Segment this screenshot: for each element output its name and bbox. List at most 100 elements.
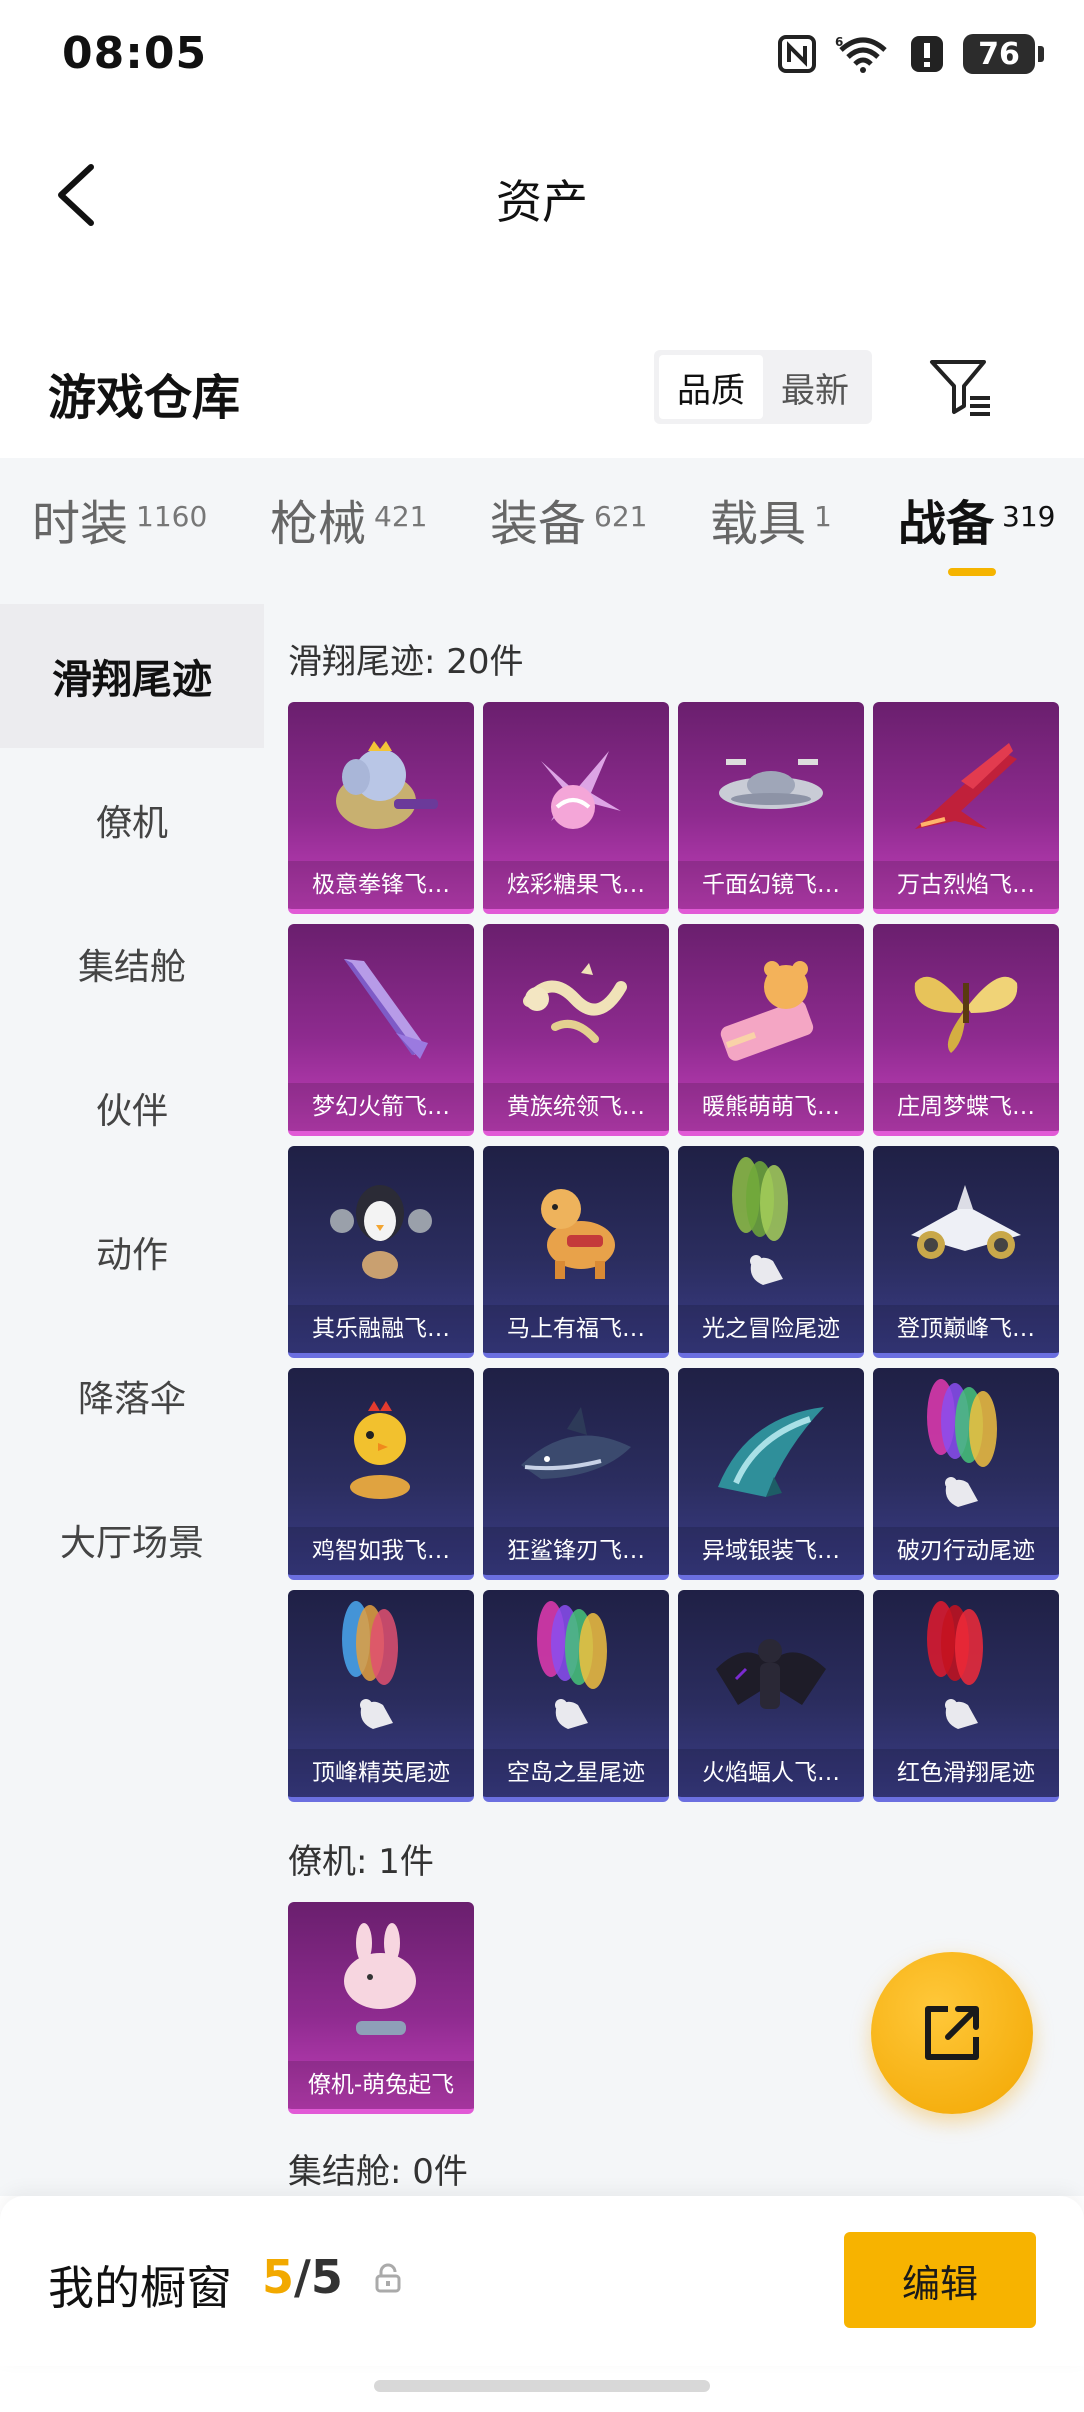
nfc-icon [777, 34, 817, 74]
tab-count: 1160 [136, 500, 208, 533]
tab-count: 421 [374, 500, 428, 533]
bat-suit-glider-icon [678, 1590, 864, 1758]
card-label: 登顶巅峰飞… [897, 1316, 1035, 1342]
sort-toggle: 品质 最新 [654, 350, 872, 424]
svg-text:6: 6 [835, 35, 843, 49]
glide-trail-item-card[interactable]: 万古烈焰飞… [873, 702, 1059, 914]
tab-fashion[interactable]: 时装 1160 [32, 498, 207, 551]
penguin-glider-icon [288, 1146, 474, 1314]
tab-equipment[interactable]: 装备 621 [490, 498, 647, 551]
share-icon [925, 2006, 979, 2060]
sidebar-item-glide-trail[interactable]: 滑翔尾迹 [0, 604, 264, 748]
wifi-6-icon: 6 [835, 34, 891, 74]
filter-icon [930, 360, 990, 416]
horse-glider-icon [483, 1146, 669, 1314]
sort-latest-button[interactable]: 最新 [763, 355, 867, 419]
tab-guns[interactable]: 枪械 421 [270, 498, 427, 551]
status-time: 08:05 [62, 28, 208, 79]
glide-trail-item-card[interactable]: 破刃行动尾迹 [873, 1368, 1059, 1580]
section-heading-wingman: 僚机: 1件 [288, 1842, 434, 1882]
butterfly-glider-icon [873, 924, 1059, 1092]
glide-trail-item-card[interactable]: 异域银装飞… [678, 1368, 864, 1580]
glide-trail-item-card[interactable]: 光之冒险尾迹 [678, 1146, 864, 1358]
rocket-wing-icon [288, 924, 474, 1092]
filter-button[interactable] [926, 352, 996, 422]
sidebar-item-capsule[interactable]: 集结舱 [0, 892, 264, 1036]
sidebar-item-emote[interactable]: 动作 [0, 1180, 264, 1324]
sidebar-item-wingman[interactable]: 僚机 [0, 748, 264, 892]
warehouse-title: 游戏仓库 [48, 370, 241, 426]
sort-quality-button[interactable]: 品质 [659, 355, 763, 419]
card-label: 空岛之星尾迹 [507, 1760, 645, 1786]
tab-vehicles[interactable]: 载具 1 [710, 498, 832, 551]
bunny-wingman-icon [288, 1902, 474, 2070]
colorful-smoke-trail-icon [288, 1590, 474, 1758]
glide-trail-item-card[interactable]: 其乐融融飞… [288, 1146, 474, 1358]
showcase-current: 5 [262, 2250, 295, 2304]
glide-trail-item-card[interactable]: 暖熊萌萌飞… [678, 924, 864, 1136]
red-smoke-trail-icon [873, 1590, 1059, 1758]
rainbow-smoke-trail-icon [873, 1368, 1059, 1536]
card-label: 狂鲨锋刃飞… [507, 1538, 645, 1564]
glide-trail-item-card[interactable]: 登顶巅峰飞… [873, 1146, 1059, 1358]
glide-trail-item-card[interactable]: 狂鲨锋刃飞… [483, 1368, 669, 1580]
card-label: 僚机-萌兔起飞 [307, 2072, 455, 2098]
glide-trail-item-card[interactable]: 空岛之星尾迹 [483, 1590, 669, 1802]
tab-combat-prep[interactable]: 战备 319 [898, 498, 1055, 551]
tab-count: 319 [1002, 500, 1056, 533]
tab-count: 1 [814, 500, 832, 533]
sidebar-item-partner[interactable]: 伙伴 [0, 1036, 264, 1180]
glide-trail-item-card[interactable]: 黄族统领飞… [483, 924, 669, 1136]
bear-bed-glider-icon [678, 924, 864, 1092]
showcase-label: 我的橱窗 [48, 2261, 232, 2315]
glide-trail-item-card[interactable]: 炫彩糖果飞… [483, 702, 669, 914]
glide-trail-item-card[interactable]: 顶峰精英尾迹 [288, 1590, 474, 1802]
header: 资产 [0, 140, 1084, 250]
dragon-glider-icon [483, 924, 669, 1092]
glide-trail-item-card[interactable]: 庄周梦蝶飞… [873, 924, 1059, 1136]
glide-trail-item-card[interactable]: 千面幻镜飞… [678, 702, 864, 914]
card-label: 异域银装飞… [702, 1538, 840, 1564]
app-root: 08:05 6 76 资产 游戏仓库 品质 最新 时装 1160 枪械 421 … [0, 0, 1084, 2412]
share-button[interactable] [871, 1952, 1033, 2114]
edit-button[interactable]: 编辑 [844, 2232, 1036, 2328]
card-label: 马上有福飞… [507, 1316, 645, 1342]
alert-icon [909, 34, 945, 74]
card-label: 暖熊萌萌飞… [702, 1094, 840, 1120]
teal-wing-glider-icon [678, 1368, 864, 1536]
wingman-item-card[interactable]: 僚机-萌兔起飞 [288, 1902, 474, 2114]
card-label: 黄族统领飞… [507, 1094, 645, 1120]
glide-trail-item-card[interactable]: 火焰蝠人飞… [678, 1590, 864, 1802]
section-heading-capsule: 集结舱: 0件 [288, 2152, 468, 2192]
tab-label: 战备 [898, 496, 995, 552]
card-label: 极意拳锋飞… [312, 872, 450, 898]
glide-trail-item-card[interactable]: 马上有福飞… [483, 1146, 669, 1358]
showcase-bar: 我的橱窗 5/5 编辑 [0, 2196, 1084, 2366]
card-label: 梦幻火箭飞… [312, 1094, 450, 1120]
card-label: 顶峰精英尾迹 [312, 1760, 450, 1786]
page-title: 资产 [496, 175, 588, 229]
glide-trail-item-card[interactable]: 梦幻火箭飞… [288, 924, 474, 1136]
sidebar: 滑翔尾迹 僚机 集结舱 伙伴 动作 降落伞 大厅场景 [0, 604, 264, 2196]
active-tab-indicator [948, 568, 996, 576]
chicken-glider-icon [288, 1368, 474, 1536]
shark-glider-icon [483, 1368, 669, 1536]
jet-glider-icon [873, 1146, 1059, 1314]
tab-count: 621 [594, 500, 648, 533]
section-heading-glide-trail: 滑翔尾迹: 20件 [288, 642, 524, 682]
glide-trail-item-card[interactable]: 红色滑翔尾迹 [873, 1590, 1059, 1802]
home-indicator [374, 2380, 710, 2392]
warehouse-row: 游戏仓库 品质 最新 [0, 340, 1084, 440]
battery-level: 76 [963, 34, 1035, 74]
sidebar-item-parachute[interactable]: 降落伞 [0, 1324, 264, 1468]
card-label: 炫彩糖果飞… [507, 872, 645, 898]
battery-icon: 76 [963, 34, 1044, 74]
sidebar-item-lobby-scene[interactable]: 大厅场景 [0, 1468, 264, 1612]
glide-trail-item-card[interactable]: 鸡智如我飞… [288, 1368, 474, 1580]
card-label: 破刃行动尾迹 [897, 1538, 1035, 1564]
tab-label: 载具 [710, 496, 807, 552]
card-label: 鸡智如我飞… [312, 1538, 450, 1564]
tab-label: 枪械 [270, 496, 367, 552]
rainbow-smoke-trail-icon [483, 1590, 669, 1758]
glide-trail-item-card[interactable]: 极意拳锋飞… [288, 702, 474, 914]
